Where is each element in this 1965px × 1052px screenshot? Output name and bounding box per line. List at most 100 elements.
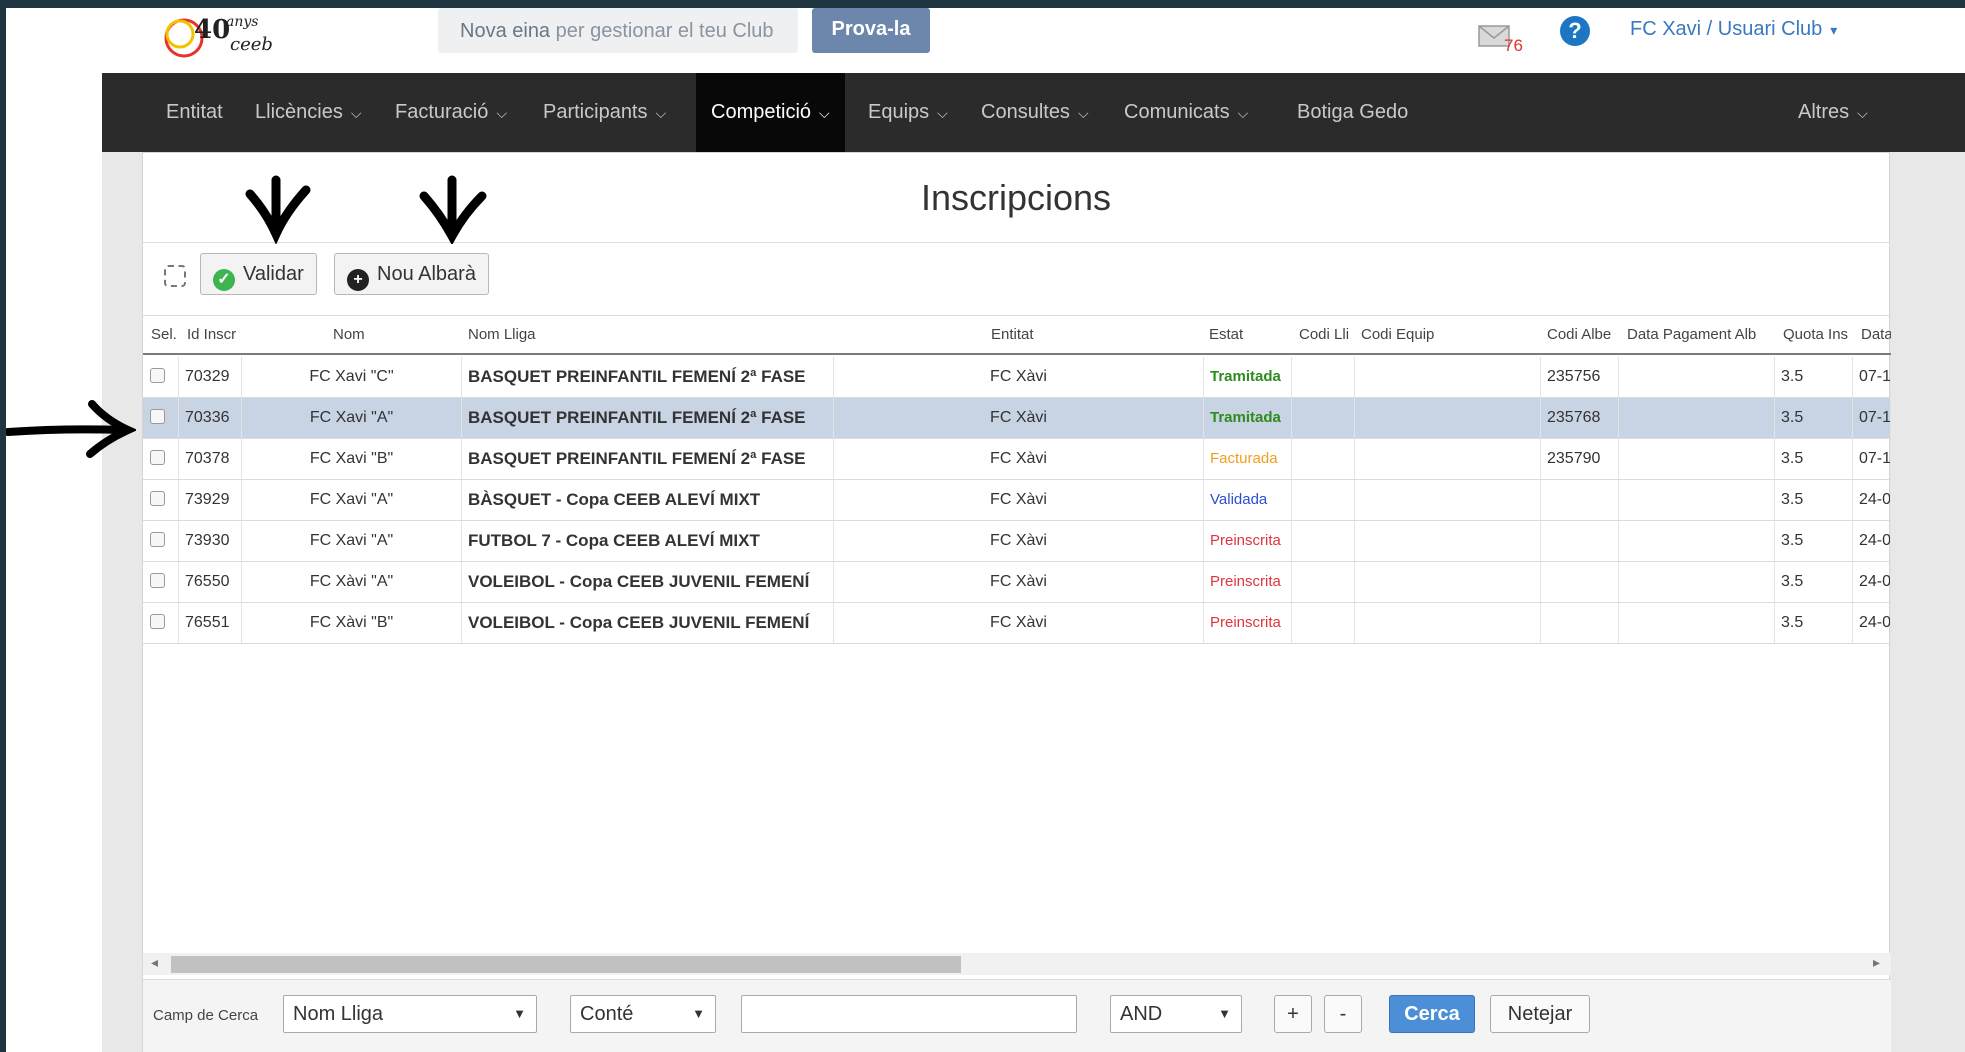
nav-item-llicencies[interactable]: Llicències ⌵	[255, 73, 361, 152]
promo-banner[interactable]: Nova eina per gestionar el teu Club	[438, 8, 798, 53]
validar-label: Validar	[243, 263, 304, 285]
col-header-id[interactable]: Id Inscr	[187, 316, 249, 354]
validar-button[interactable]: ✓ Validar	[200, 253, 317, 295]
cell-quota: 3.5	[1775, 439, 1853, 479]
logic-value: AND	[1120, 1003, 1163, 1025]
col-header-estat[interactable]: Estat	[1209, 316, 1269, 354]
logic-select[interactable]: AND ▼	[1110, 995, 1242, 1033]
scroll-left-icon[interactable]: ◂	[151, 954, 158, 971]
svg-text:40: 40	[194, 15, 230, 45]
operator-select[interactable]: Conté ▼	[570, 995, 716, 1033]
cell-entitat: FC Xàvi	[834, 398, 1204, 438]
cell-entitat: FC Xàvi	[834, 357, 1204, 397]
nav-item-comunicats[interactable]: Comunicats ⌵	[1124, 73, 1248, 152]
clear-button[interactable]: Netejar	[1490, 995, 1590, 1033]
col-header-codi-equip[interactable]: Codi Equip	[1361, 316, 1461, 354]
cell-select[interactable]	[143, 562, 179, 602]
col-header-sel[interactable]: Sel.	[151, 316, 185, 354]
cell-codi-albara: 235768	[1541, 398, 1619, 438]
cell-codi-albara: 235790	[1541, 439, 1619, 479]
cell-id: 70336	[179, 398, 242, 438]
row-checkbox[interactable]	[150, 614, 165, 629]
cell-data-pagament	[1619, 357, 1775, 397]
chevron-down-icon: ⌵	[1077, 105, 1089, 121]
cell-codi-equip	[1355, 439, 1541, 479]
search-field-select[interactable]: Nom Lliga ▼	[283, 995, 537, 1033]
cell-data-pagament	[1619, 521, 1775, 561]
cell-nom-lliga: VOLEIBOL - Copa CEEB JUVENIL FEMENÍ	[462, 562, 834, 602]
try-it-button[interactable]: Prova-la	[812, 8, 930, 53]
col-header-data-pagament[interactable]: Data Pagament Alb	[1627, 316, 1779, 354]
col-header-entitat[interactable]: Entitat	[991, 316, 1071, 354]
cell-nom: FC Xàvi "B"	[242, 603, 462, 643]
cell-id: 70329	[179, 357, 242, 397]
row-checkbox[interactable]	[150, 532, 165, 547]
select-all-checkbox[interactable]	[164, 265, 186, 287]
col-header-codi-lliga[interactable]: Codi Lli	[1299, 316, 1357, 354]
cell-data: 24-0	[1853, 521, 1891, 561]
cell-nom: FC Xavi "C"	[242, 357, 462, 397]
nav-item-altres[interactable]: Altres ⌵	[1798, 73, 1868, 152]
cell-codi-equip	[1355, 480, 1541, 520]
col-header-nom[interactable]: Nom	[333, 316, 403, 354]
nav-item-entitat[interactable]: Entitat	[166, 73, 223, 152]
search-input[interactable]	[741, 995, 1077, 1033]
col-header-data[interactable]: Data	[1861, 316, 1891, 354]
cell-select[interactable]	[143, 603, 179, 643]
cell-data-pagament	[1619, 603, 1775, 643]
table-row[interactable]: 73930 FC Xavi "A" FUTBOL 7 - Copa CEEB ALE…	[143, 521, 1891, 562]
nou-albara-button[interactable]: + Nou Albarà	[334, 253, 489, 295]
cell-codi-albara	[1541, 562, 1619, 602]
remove-condition-button[interactable]: -	[1324, 995, 1362, 1033]
horizontal-scrollbar[interactable]: ◂ ▸	[143, 953, 1891, 975]
scrollbar-thumb[interactable]	[171, 956, 961, 973]
cell-entitat: FC Xàvi	[834, 439, 1204, 479]
cell-nom-lliga: BASQUET PREINFANTIL FEMENÍ 2ª FASE	[462, 398, 834, 438]
row-checkbox[interactable]	[150, 409, 165, 424]
cell-quota: 3.5	[1775, 521, 1853, 561]
col-header-nom-lliga[interactable]: Nom Lliga	[468, 316, 618, 354]
cell-select[interactable]	[143, 521, 179, 561]
cell-data: 24-0	[1853, 562, 1891, 602]
nav-item-participants[interactable]: Participants ⌵	[543, 73, 666, 152]
cell-quota: 3.5	[1775, 480, 1853, 520]
scroll-right-icon[interactable]: ▸	[1873, 954, 1880, 971]
nav-item-competicio[interactable]: Competició ⌵	[696, 73, 845, 152]
cell-codi-equip	[1355, 398, 1541, 438]
nav-item-consultes[interactable]: Consultes ⌵	[981, 73, 1089, 152]
nav-item-botiga-gedo[interactable]: Botiga Gedo	[1297, 73, 1408, 152]
row-checkbox[interactable]	[150, 368, 165, 383]
table-header: Sel. Id Inscr Nom Nom Lliga Entitat Esta…	[143, 315, 1891, 355]
table-row[interactable]: 70329 FC Xavi "C" BASQUET PREINFANTIL FEME…	[143, 357, 1891, 398]
row-checkbox[interactable]	[150, 573, 165, 588]
col-header-quota[interactable]: Quota Ins	[1783, 316, 1855, 354]
check-circle-icon: ✓	[213, 269, 235, 291]
nav-item-facturacio[interactable]: Facturació ⌵	[395, 73, 507, 152]
table-row[interactable]: 76550 FC Xàvi "A" VOLEIBOL - Copa CEEB JUV…	[143, 562, 1891, 603]
cell-select[interactable]	[143, 357, 179, 397]
cell-select[interactable]	[143, 398, 179, 438]
nav-item-equips[interactable]: Equips ⌵	[868, 73, 948, 152]
annotation-arrow-right-icon	[6, 400, 136, 458]
search-field-label: Camp de Cerca	[153, 1007, 259, 1024]
cell-estat: Validada	[1204, 480, 1292, 520]
ceeb-40-anys-logo[interactable]: 40 anys ceeb	[158, 8, 288, 68]
table-row[interactable]: 70336 FC Xavi "A" BASQUET PREINFANTIL FEME…	[143, 398, 1891, 439]
nav-label: Altres	[1798, 101, 1850, 123]
row-checkbox[interactable]	[150, 450, 165, 465]
cell-estat: Facturada	[1204, 439, 1292, 479]
table-row[interactable]: 70378 FC Xavi "B" BASQUET PREINFANTIL FEME…	[143, 439, 1891, 480]
cell-select[interactable]	[143, 439, 179, 479]
col-header-codi-albara[interactable]: Codi Albe	[1547, 316, 1617, 354]
search-button[interactable]: Cerca	[1389, 995, 1475, 1033]
cell-quota: 3.5	[1775, 562, 1853, 602]
cell-nom: FC Xàvi "A"	[242, 562, 462, 602]
table-row[interactable]: 76551 FC Xàvi "B" VOLEIBOL - Copa CEEB JUV…	[143, 603, 1891, 644]
row-checkbox[interactable]	[150, 491, 165, 506]
cell-select[interactable]	[143, 480, 179, 520]
table-row[interactable]: 73929 FC Xavi "A" BÀSQUET - Copa CEEB ALEV…	[143, 480, 1891, 521]
add-condition-button[interactable]: +	[1274, 995, 1312, 1033]
search-bar: Camp de Cerca Nom Lliga ▼ Conté ▼ AND ▼ + -…	[143, 979, 1891, 1052]
user-menu[interactable]: FC Xavi / Usuari Club ▾	[1630, 18, 1837, 41]
help-icon[interactable]: ?	[1560, 16, 1590, 46]
